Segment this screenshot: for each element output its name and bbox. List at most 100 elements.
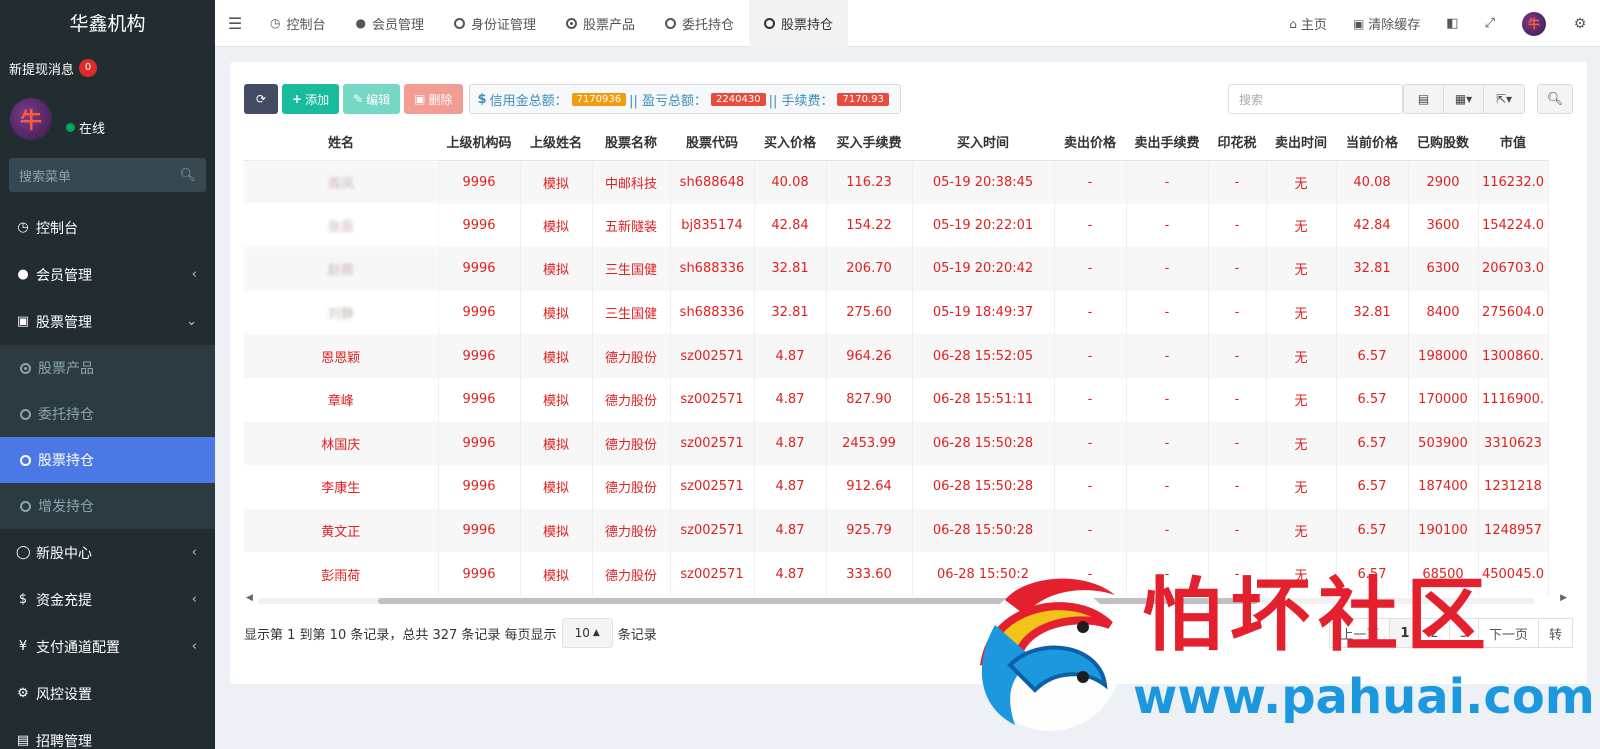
column-header[interactable]: 买入价格 <box>754 124 826 161</box>
column-header[interactable]: 股票名称 <box>592 124 670 161</box>
delete-label: 删除 <box>428 92 453 107</box>
column-header[interactable]: 当前价格 <box>1336 124 1408 161</box>
table-row[interactable]: 恩恩颖 9996 模拟 德力股份 sz002571 4.87 964.26 06-28 15:… <box>244 334 1549 378</box>
withdraw-notice[interactable]: 新提现消息 0 <box>0 48 215 88</box>
fullscreen-icon: ⤢ <box>1484 16 1495 31</box>
table-cell: 1248957 <box>1478 508 1549 553</box>
table-row[interactable]: 彭雨荷 9996 模拟 德力股份 sz002571 4.87 333.60 06-28 15:… <box>244 552 1549 596</box>
settings-gear-icon[interactable]: ⚙ <box>1560 16 1600 32</box>
table-row[interactable]: 赵鼎 9996 模拟 三生国健 sh688336 32.81 206.70 05-19 20:… <box>244 247 1549 291</box>
edit-button[interactable]: ✎ 编辑 <box>343 84 401 114</box>
sidebar-item-dashboard[interactable]: ◷ 控制台 <box>0 204 215 251</box>
clear-cache-button[interactable]: ▣ 清除缓存 <box>1340 14 1433 34</box>
page-size-value: 10 <box>574 626 590 640</box>
table-cell: 32.81 <box>1336 290 1409 335</box>
card-view-icon[interactable]: ▤ <box>1404 85 1444 113</box>
jump-page-button[interactable]: 转 <box>1537 618 1573 648</box>
tab-label: 身份证管理 <box>471 17 537 33</box>
column-header[interactable]: 卖出手续费 <box>1126 124 1208 161</box>
sidebar-item-risk[interactable]: ⚙ 风控设置 <box>0 670 215 717</box>
tab-holdings[interactable]: 股票持仓 <box>749 0 849 47</box>
table-cell: 4.87 <box>754 421 827 466</box>
sidebar-item-stocks[interactable]: ▣ 股票管理 ⌄ <box>0 298 215 345</box>
user-icon: ● <box>355 16 366 30</box>
column-header[interactable]: 姓名 <box>244 124 438 161</box>
home-link[interactable]: ⌂ 主页 <box>1276 14 1340 34</box>
tab-dashboard[interactable]: ◷ 控制台 <box>255 0 341 47</box>
sidebar-subitem-holdings[interactable]: 股票持仓 <box>0 437 215 483</box>
tab-label: 股票持仓 <box>781 17 834 33</box>
export-icon[interactable]: ⇱▾ <box>1484 85 1524 113</box>
sidebar-item-label: 会员管理 <box>36 267 92 284</box>
translate-button[interactable]: ◧ <box>1433 16 1471 31</box>
table-row[interactable]: 张辰 9996 模拟 五新隧装 bj835174 42.84 154.22 05-19 20:… <box>244 203 1549 248</box>
page-button[interactable]: 1 <box>1389 618 1421 648</box>
table-cell: 9996 <box>438 203 521 248</box>
column-header[interactable]: 印花税 <box>1208 124 1266 161</box>
column-header[interactable]: 卖出时间 <box>1266 124 1336 161</box>
column-header[interactable]: 已购股数 <box>1408 124 1478 161</box>
avatar[interactable]: 牛 <box>10 98 52 140</box>
fullscreen-button[interactable]: ⤢ <box>1472 16 1508 31</box>
table-cell: 190100 <box>1408 508 1479 553</box>
table-row[interactable]: 刘静 9996 模拟 三生国健 sh688336 32.81 275.60 05-19 18:… <box>244 290 1549 335</box>
scroll-right-icon[interactable]: ▶ <box>1560 593 1567 603</box>
column-header[interactable]: 上级姓名 <box>520 124 592 161</box>
page-button[interactable]: 3 <box>1448 618 1479 648</box>
prev-page-button[interactable]: 上一页 <box>1329 618 1391 648</box>
column-header[interactable]: 市值 <box>1478 124 1548 161</box>
sidebar-item-payment[interactable]: ¥ 支付通道配置 ‹ <box>0 623 215 670</box>
refresh-button[interactable]: ⟳ <box>244 84 278 114</box>
table-row[interactable]: 黄文正 9996 模拟 德力股份 sz002571 4.87 925.79 06-28 15:… <box>244 508 1549 553</box>
sidebar-subitem-stock-products[interactable]: 股票产品 <box>0 345 215 391</box>
scroll-thumb[interactable] <box>378 598 1258 604</box>
table-cell: - <box>1208 247 1267 291</box>
sidebar-item-funds[interactable]: $ 资金充提 ‹ <box>0 576 215 623</box>
search-icon[interactable]: 🔍︎ <box>179 168 196 183</box>
sidebar-item-recruit[interactable]: ▤ 招聘管理 <box>0 717 215 749</box>
page-button[interactable]: 2 <box>1419 618 1450 648</box>
column-header[interactable]: 卖出价格 <box>1054 124 1126 161</box>
table-cell: sz002571 <box>670 421 755 466</box>
column-header[interactable]: 上级机构码 <box>438 124 520 161</box>
user-avatar[interactable]: 牛 <box>1522 11 1546 36</box>
column-header[interactable]: 股票代码 <box>670 124 754 161</box>
table-cell: 无 <box>1266 465 1337 509</box>
tab-entrust[interactable]: 委托持仓 <box>650 0 749 47</box>
menu-search-input[interactable]: 搜索菜单 🔍︎ <box>9 158 206 192</box>
table-cell: 德力股份 <box>592 508 671 553</box>
tab-stock-products[interactable]: 股票产品 <box>551 0 650 47</box>
sidebar-item-label: 资金充提 <box>36 592 92 609</box>
table-cell: 彭雨荷 <box>244 552 439 596</box>
tab-members[interactable]: ● 会员管理 <box>341 0 440 47</box>
tab-id-cards[interactable]: 身份证管理 <box>439 0 551 47</box>
advanced-search-button[interactable]: 🔍︎ <box>1537 84 1573 114</box>
column-header[interactable]: 买入时间 <box>912 124 1054 161</box>
table-row[interactable]: 章峰 9996 模拟 德力股份 sz002571 4.87 827.90 06-28 15:5… <box>244 377 1549 422</box>
sidebar-item-ipo[interactable]: ◯ 新股中心 ‹ <box>0 529 215 576</box>
horizontal-scrollbar[interactable]: ◀ ▶ <box>244 593 1567 607</box>
table-cell: 925.79 <box>826 508 913 553</box>
delete-button[interactable]: ▣ 删除 <box>404 84 463 114</box>
table-cell: 964.26 <box>826 334 913 378</box>
table-row[interactable]: 李康生 9996 模拟 德力股份 sz002571 4.87 912.64 06-28 15:… <box>244 465 1549 509</box>
sidebar-item-members[interactable]: ● 会员管理 ‹ <box>0 251 215 298</box>
table-cell: - <box>1208 290 1267 335</box>
table-cell: 170000 <box>1408 377 1479 422</box>
sidebar-subitem-entrust[interactable]: 委托持仓 <box>0 391 215 437</box>
table-cell: 章峰 <box>244 377 439 422</box>
table-row[interactable]: 周凤 9996 模拟 中邮科技 sh688648 40.08 116.23 05-19 20:… <box>244 160 1549 204</box>
menu-toggle-icon[interactable]: ☰ <box>215 14 255 33</box>
table-search-input[interactable]: 搜索 <box>1228 84 1403 114</box>
add-button[interactable]: + 添加 <box>282 84 340 114</box>
columns-toggle-icon[interactable]: ▦▾ <box>1444 85 1484 113</box>
column-header[interactable]: 买入手续费 <box>826 124 912 161</box>
table-cell: 333.60 <box>826 552 913 596</box>
table-cell: 187400 <box>1408 465 1479 509</box>
table-row[interactable]: 林国庆 9996 模拟 德力股份 sz002571 4.87 2453.99 06-28 15… <box>244 421 1549 466</box>
next-page-button[interactable]: 下一页 <box>1477 618 1539 648</box>
page-size-select[interactable]: 10 ▲ <box>561 618 613 648</box>
sidebar-subitem-additional[interactable]: 增发持仓 <box>0 483 215 529</box>
table-cell: 模拟 <box>520 421 593 466</box>
scroll-left-icon[interactable]: ◀ <box>246 593 253 603</box>
